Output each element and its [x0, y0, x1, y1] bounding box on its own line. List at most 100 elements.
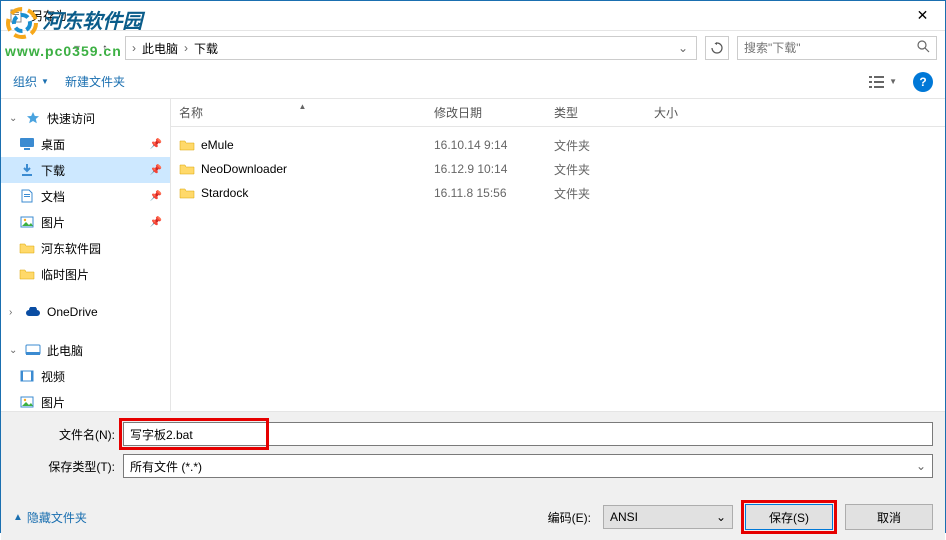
sidebar-this-pc[interactable]: ⌄ 此电脑: [1, 337, 170, 363]
pc-icon: [25, 342, 41, 358]
file-type: 文件夹: [546, 161, 646, 178]
column-name[interactable]: 名称▲: [171, 104, 426, 121]
breadcrumb-seg-1[interactable]: 下载: [190, 40, 222, 57]
pin-icon: 📌: [150, 217, 162, 228]
column-type[interactable]: 类型: [546, 104, 646, 121]
folder-icon: [179, 186, 195, 200]
sidebar-item-label: 桌面: [41, 136, 65, 153]
picture-icon: [19, 214, 35, 230]
sidebar: ⌄ 快速访问 桌面 📌 下载 📌 文档 📌 图片 📌 河东软件园: [1, 99, 171, 411]
window-title: 另存为: [31, 7, 900, 24]
up-button[interactable]: ↑: [93, 36, 117, 60]
sidebar-item-pictures[interactable]: 图片 📌: [1, 209, 170, 235]
app-icon: [9, 8, 25, 24]
search-box[interactable]: [737, 36, 937, 60]
file-date: 16.11.8 15:56: [426, 186, 546, 200]
sidebar-item-downloads[interactable]: 下载 📌: [1, 157, 170, 183]
chevron-right-icon: ›: [182, 41, 190, 55]
save-button[interactable]: 保存(S): [745, 504, 833, 530]
new-folder-button[interactable]: 新建文件夹: [65, 73, 125, 90]
folder-icon: [19, 240, 35, 256]
forward-button[interactable]: →: [37, 36, 61, 60]
encoding-value: ANSI: [610, 510, 716, 524]
document-icon: [19, 188, 35, 204]
folder-icon: [19, 266, 35, 282]
sidebar-label: OneDrive: [47, 305, 98, 319]
sidebar-item-label: 图片: [41, 394, 65, 411]
search-input[interactable]: [744, 41, 917, 55]
column-date[interactable]: 修改日期: [426, 104, 546, 121]
sidebar-quick-access[interactable]: ⌄ 快速访问: [1, 105, 170, 131]
chevron-right-icon: ›: [130, 41, 138, 55]
sort-indicator-icon: ▲: [299, 102, 307, 111]
file-date: 16.12.9 10:14: [426, 162, 546, 176]
recent-dropdown[interactable]: ▾: [65, 36, 89, 60]
encoding-label: 编码(E):: [548, 509, 591, 526]
sidebar-item-desktop[interactable]: 桌面 📌: [1, 131, 170, 157]
column-size[interactable]: 大小: [646, 104, 726, 121]
file-name: eMule: [201, 138, 234, 152]
sidebar-item-label: 临时图片: [41, 266, 89, 283]
save-button-label: 保存(S): [769, 509, 809, 526]
breadcrumb[interactable]: › 此电脑 › 下载 ⌄: [125, 36, 697, 60]
chevron-up-icon: ▲: [13, 512, 23, 523]
back-button[interactable]: ←: [9, 36, 33, 60]
file-row[interactable]: eMule 16.10.14 9:14 文件夹: [171, 133, 945, 157]
help-button[interactable]: ?: [913, 72, 933, 92]
dialog-footer: ▲ 隐藏文件夹 编码(E): ANSI ⌄ 保存(S) 取消: [1, 494, 945, 540]
sidebar-item-label: 河东软件园: [41, 240, 101, 257]
pin-icon: 📌: [150, 139, 162, 150]
sidebar-item-folder[interactable]: 河东软件园: [1, 235, 170, 261]
file-rows: eMule 16.10.14 9:14 文件夹 NeoDownloader 16…: [171, 127, 945, 411]
toolbar: 组织 ▼ 新建文件夹 ▼ ?: [1, 65, 945, 99]
breadcrumb-seg-0[interactable]: 此电脑: [138, 40, 182, 57]
star-icon: [25, 110, 41, 126]
picture-icon: [19, 394, 35, 410]
folder-icon: [179, 138, 195, 152]
sidebar-item-folder[interactable]: 临时图片: [1, 261, 170, 287]
file-name: Stardock: [201, 186, 248, 200]
sidebar-label: 此电脑: [47, 342, 83, 359]
collapse-icon[interactable]: ⌄: [9, 113, 19, 124]
file-date: 16.10.14 9:14: [426, 138, 546, 152]
filetype-label: 保存类型(T):: [13, 458, 123, 475]
titlebar: 另存为 ✕: [1, 1, 945, 31]
collapse-icon[interactable]: ⌄: [9, 345, 19, 356]
save-form: 文件名(N): 保存类型(T): 所有文件 (*.*) ⌄: [1, 411, 945, 494]
encoding-select[interactable]: ANSI ⌄: [603, 505, 733, 529]
nav-bar: ← → ▾ ↑ › 此电脑 › 下载 ⌄: [1, 31, 945, 65]
file-list: 名称▲ 修改日期 类型 大小 eMule 16.10.14 9:14 文件夹 N…: [171, 99, 945, 411]
organize-button[interactable]: 组织 ▼: [13, 73, 49, 90]
sidebar-item-label: 图片: [41, 214, 65, 231]
filetype-value: 所有文件 (*.*): [130, 458, 916, 475]
filename-input[interactable]: [123, 422, 933, 446]
refresh-button[interactable]: [705, 36, 729, 60]
folder-icon: [179, 162, 195, 176]
filename-label: 文件名(N):: [13, 426, 123, 443]
expand-icon[interactable]: ›: [9, 307, 19, 318]
filetype-select[interactable]: 所有文件 (*.*) ⌄: [123, 454, 933, 478]
file-name: NeoDownloader: [201, 162, 287, 176]
file-type: 文件夹: [546, 185, 646, 202]
chevron-down-icon: ⌄: [916, 459, 926, 473]
sidebar-item-videos[interactable]: 视频: [1, 363, 170, 389]
video-icon: [19, 368, 35, 384]
file-type: 文件夹: [546, 137, 646, 154]
file-row[interactable]: NeoDownloader 16.12.9 10:14 文件夹: [171, 157, 945, 181]
view-mode-button[interactable]: ▼: [869, 75, 897, 89]
sidebar-label: 快速访问: [47, 110, 95, 127]
search-icon[interactable]: [917, 40, 930, 56]
pin-icon: 📌: [150, 191, 162, 202]
file-row[interactable]: Stardock 16.11.8 15:56 文件夹: [171, 181, 945, 205]
sidebar-onedrive[interactable]: › OneDrive: [1, 299, 170, 325]
hide-folders-button[interactable]: ▲ 隐藏文件夹: [13, 509, 87, 526]
sidebar-item-label: 下载: [41, 162, 65, 179]
sidebar-item-documents[interactable]: 文档 📌: [1, 183, 170, 209]
sidebar-item-pictures[interactable]: 图片: [1, 389, 170, 411]
new-folder-label: 新建文件夹: [65, 73, 125, 90]
sidebar-item-label: 视频: [41, 368, 65, 385]
breadcrumb-dropdown[interactable]: ⌄: [674, 41, 692, 55]
close-button[interactable]: ✕: [900, 1, 945, 30]
cancel-button[interactable]: 取消: [845, 504, 933, 530]
cloud-icon: [25, 304, 41, 320]
